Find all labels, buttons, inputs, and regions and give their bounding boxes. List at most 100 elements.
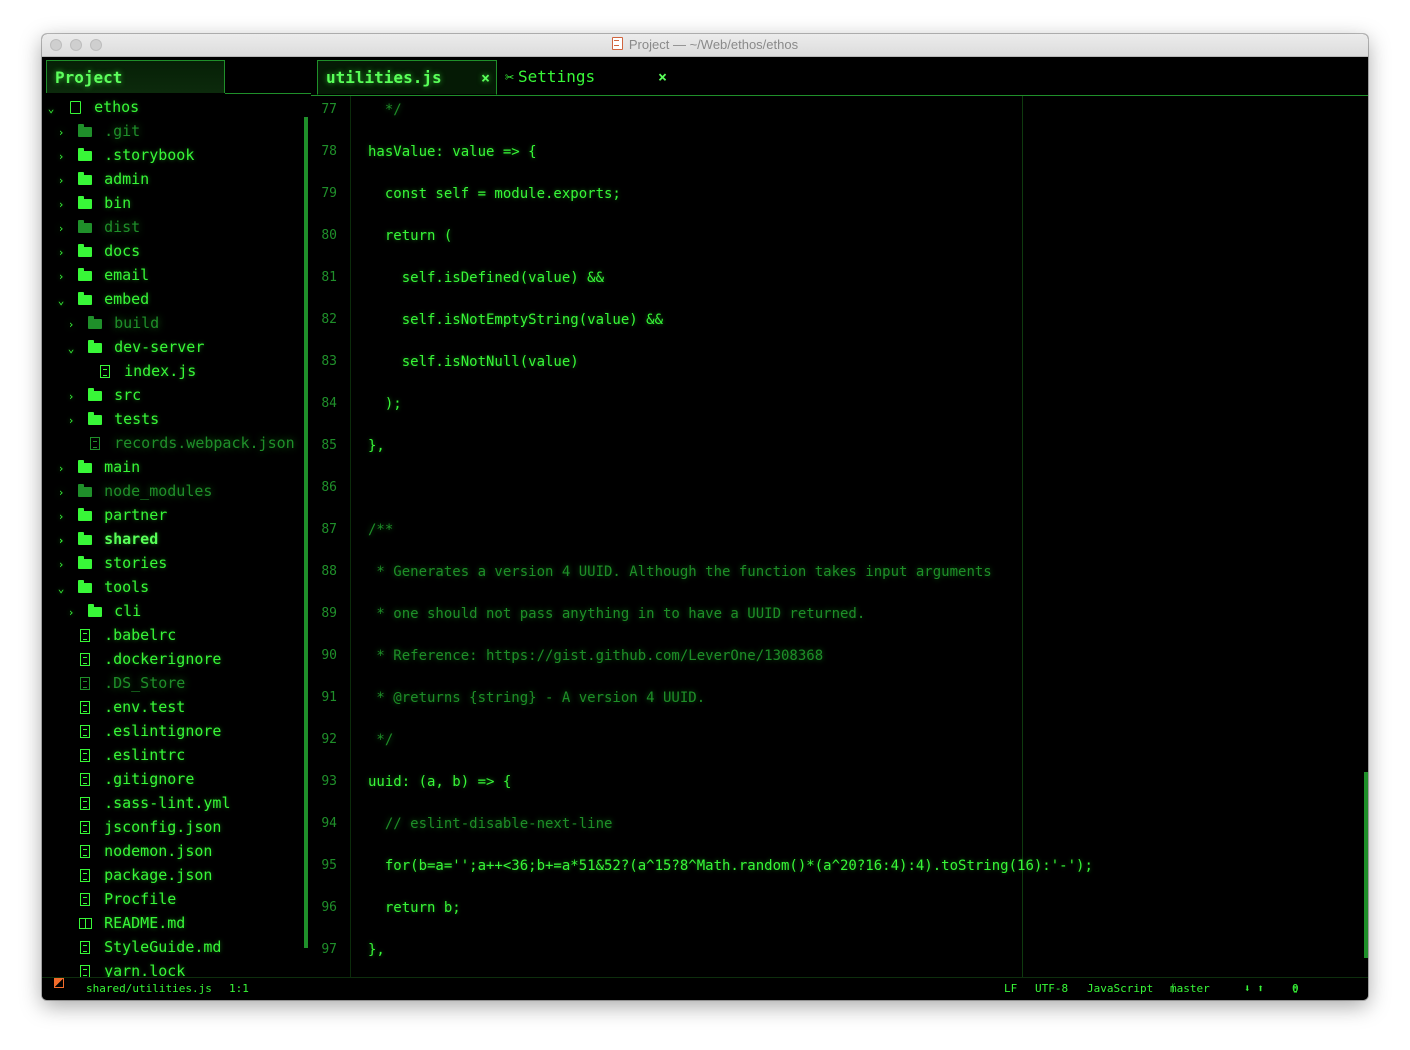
tree-file[interactable]: nodemon.json [56,839,212,863]
tree-item-label: .DS_Store [104,674,186,692]
tree-folder[interactable]: ⌄ embed [56,287,150,313]
tree-file[interactable]: jsconfig.json [56,815,221,839]
tree-item-label: tools [104,578,150,596]
chevron-right-icon: › [57,486,65,499]
close-icon[interactable]: × [658,60,667,94]
book-icon [75,913,95,937]
code-text: }, [368,438,385,454]
tree-file[interactable]: .dockerignore [56,647,221,671]
window-title-text: Project — ~/Web/ethos/ethos [628,37,799,52]
sidebar-scrollbar[interactable] [304,117,308,948]
tree-folder[interactable]: › build [66,311,160,335]
window-title: Project — ~/Web/ethos/ethos [42,34,1368,56]
folder-icon [75,145,95,169]
tree-folder[interactable]: ⌄ dev-server [66,335,205,359]
tree-item-label: main [104,458,141,476]
tree-item-label: .gitignore [104,770,195,788]
tree-item-label: .dockerignore [104,650,222,668]
file-icon [75,721,95,745]
folder-icon [85,601,105,625]
close-icon[interactable]: × [481,61,490,95]
file-icon [75,841,95,865]
tree-file[interactable]: .babelrc [56,623,176,647]
git-fetch-icon[interactable]: ⬇ ⬆ [1244,978,1264,1000]
document-icon [611,37,623,50]
code-text: */ [368,732,394,748]
folder-icon [75,505,95,529]
tree-file[interactable]: records.webpack.json [66,431,295,455]
line-number: 79 [321,186,337,201]
tree-folder[interactable]: › email [56,263,150,289]
tree-folder[interactable]: › main [56,455,141,479]
tree-folder[interactable]: › bin [56,191,131,215]
branch-label: master [1170,982,1210,995]
tree-folder[interactable]: ⌄ tools [56,575,150,601]
line-number: 92 [321,732,337,747]
tree-root-label: ethos [94,98,140,116]
tree-root[interactable]: ⌄ ethos [46,95,140,119]
tree-item-label: records.webpack.json [114,434,295,452]
status-encoding[interactable]: UTF-8 [1035,978,1068,1000]
tree-file[interactable]: .sass-lint.yml [56,791,231,815]
tree-item-label: nodemon.json [104,842,213,860]
tree-folder[interactable]: › src [66,383,141,407]
tree-file[interactable]: .eslintrc [56,743,185,767]
tree-folder[interactable]: › .git [56,119,141,143]
tree-folder[interactable]: › stories [56,551,168,575]
code-text: for(b=a='';a++<36;b+=a*51&52?(a^15?8^Mat… [368,858,1093,874]
tree-item-label: .sass-lint.yml [104,794,231,812]
folder-icon [75,577,95,601]
code-text: }, [368,942,385,958]
tree-file[interactable]: .eslintignore [56,719,221,743]
tree-file[interactable]: .gitignore [56,767,194,791]
tree-file[interactable]: README.md [56,911,185,935]
gutter-divider [350,96,351,978]
tree-item-label: partner [104,506,168,524]
project-panel-tab[interactable]: Project [46,60,225,93]
line-number: 85 [321,438,337,453]
file-tree: ⌄ ethos › .git › .storybook › admin › bin › … [42,95,303,978]
tree-file[interactable]: package.json [56,863,212,887]
tree-folder[interactable]: › node_modules [56,479,213,503]
chevron-right-icon: › [67,318,75,331]
tools-icon: ✂ [505,68,515,86]
tree-file[interactable]: .env.test [56,695,185,719]
tree-folder[interactable]: › partner [56,503,168,529]
tree-folder[interactable]: › cli [66,599,141,623]
chevron-right-icon: › [57,534,65,547]
tab-utilities-js[interactable]: utilities.js × [317,60,497,95]
tree-folder[interactable]: › docs [56,239,141,263]
divider [225,93,311,94]
status-file-path[interactable]: shared/utilities.js [86,978,212,1000]
file-icon [75,889,95,913]
tree-file[interactable]: yarn.lock [56,959,185,978]
tree-file[interactable]: Procfile [56,887,176,911]
code-editor[interactable]: 77 */ 78 hasValue: value => {79 const self… [311,96,1368,978]
tree-folder[interactable]: › admin [56,167,150,191]
code-text: */ [368,102,402,118]
tree-file[interactable]: index.js [76,359,196,383]
status-line-ending[interactable]: LF [1004,978,1017,1000]
tree-file[interactable]: .DS_Store [56,671,185,695]
tree-folder[interactable]: › .storybook [56,143,195,169]
files-count: 0 files [1292,982,1299,995]
status-grammar[interactable]: JavaScript [1087,978,1153,1000]
tree-item-label: embed [104,290,150,308]
line-number: 88 [321,564,337,579]
tree-file[interactable]: StyleGuide.md [56,935,221,959]
code-text: uuid: (a, b) => { [368,774,512,790]
status-cursor-position[interactable]: 1:1 [229,978,249,1000]
line-number: 96 [321,900,337,915]
tree-item-label: .env.test [104,698,186,716]
tree-item-label: jsconfig.json [104,818,222,836]
folder-icon [75,265,95,289]
tree-folder[interactable]: › dist [56,215,141,239]
folder-icon [75,289,95,313]
code-text: return ( [368,228,453,244]
chevron-right-icon: › [57,198,65,211]
tree-folder[interactable]: › tests [66,407,160,431]
editor-scrollbar[interactable] [1364,772,1368,958]
tab-settings[interactable]: ✂ Settings × [505,60,675,94]
tree-folder[interactable]: › shared [56,527,159,551]
line-number: 95 [321,858,337,873]
